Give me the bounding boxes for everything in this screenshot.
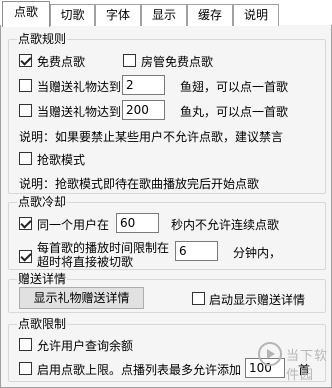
same-user-seconds-input[interactable] — [116, 213, 159, 233]
request-rules-group: 点歌规则 免费点歌 房管免费点歌 当赠送礼物达到 鱼翅，可以点一首歌 当赠送礼物… — [8, 32, 326, 194]
grab-mode-checkbox[interactable] — [19, 152, 32, 165]
gift-a-prefix: 当赠送礼物达到 — [37, 80, 122, 94]
show-gift-details-button[interactable]: 显示礼物赠送详情 — [19, 287, 144, 309]
balance-query-checkbox[interactable] — [19, 338, 32, 351]
watermark-text: 当下软件园 — [286, 349, 329, 383]
request-cap-checkbox[interactable] — [19, 362, 32, 375]
tab-font[interactable]: 字体 — [95, 4, 141, 26]
cooldown-group: 点歌冷却 同一个用户在 秒内不允许连续点歌 每首歌的播放时间限制在 超时将直接被… — [8, 195, 326, 270]
tab-skip-song[interactable]: 切歌 — [50, 4, 95, 26]
gift-a-suffix: 鱼翅，可以点一首歌 — [180, 80, 289, 94]
tab-bar: 点歌 切歌 字体 显示 缓存 说明 — [0, 0, 332, 27]
auto-show-details-label: 启动显示赠送详情 — [209, 293, 306, 307]
gift-details-group: 赠送详情 显示礼物赠送详情 启动显示赠送详情 — [8, 272, 326, 313]
grab-mode-note: 说明：抢歌模式即待在歌曲播放完后开始点歌 — [19, 177, 260, 191]
ban-note: 说明：如果要禁止某些用户不允许点歌，建议禁言 — [19, 130, 284, 144]
time-limit-suffix: 分钟内， — [233, 246, 282, 260]
gift-b-prefix: 当赠送礼物达到 — [37, 105, 122, 119]
tab-help[interactable]: 说明 — [233, 4, 279, 26]
gift-b-suffix: 鱼丸，可以点一首歌 — [180, 105, 289, 119]
same-user-suffix: 秒内不允许连续点歌 — [171, 218, 280, 232]
gift-a-checkbox[interactable] — [19, 79, 32, 92]
request-rules-title: 点歌规则 — [17, 32, 68, 46]
tab-cache[interactable]: 缓存 — [187, 4, 233, 26]
time-limit-minutes-input[interactable] — [175, 241, 218, 261]
gift-details-title: 赠送详情 — [17, 272, 68, 286]
gift-b-checkbox[interactable] — [19, 104, 32, 117]
tab-request-song[interactable]: 点歌 — [2, 1, 50, 27]
tab-panel: 点歌规则 免费点歌 房管免费点歌 当赠送礼物达到 鱼翅，可以点一首歌 当赠送礼物… — [0, 25, 332, 388]
request-cap-prefix: 启用点歌上限。点播列表最多允许添加 — [37, 363, 242, 377]
admin-free-checkbox[interactable] — [123, 54, 136, 67]
request-limit-title: 点歌限制 — [17, 317, 68, 331]
same-user-prefix: 同一个用户在 — [37, 218, 110, 232]
balance-query-label: 允许用户查询余额 — [37, 339, 134, 353]
auto-show-details-checkbox[interactable] — [192, 292, 205, 305]
time-limit-checkbox[interactable] — [19, 250, 32, 263]
tab-display[interactable]: 显示 — [141, 4, 187, 26]
admin-free-label: 房管免费点歌 — [141, 55, 214, 69]
grab-mode-label: 抢歌模式 — [37, 153, 86, 167]
gift-a-amount-input[interactable] — [122, 75, 165, 95]
free-request-label: 免费点歌 — [37, 55, 86, 69]
gift-b-amount-input[interactable] — [122, 100, 165, 120]
same-user-cooldown-checkbox[interactable] — [19, 217, 32, 230]
cooldown-title: 点歌冷却 — [17, 195, 68, 209]
time-limit-line2: 超时将直接被切歌 — [37, 255, 134, 269]
free-request-checkbox[interactable] — [19, 54, 32, 67]
watermark-logo-icon — [258, 342, 282, 366]
